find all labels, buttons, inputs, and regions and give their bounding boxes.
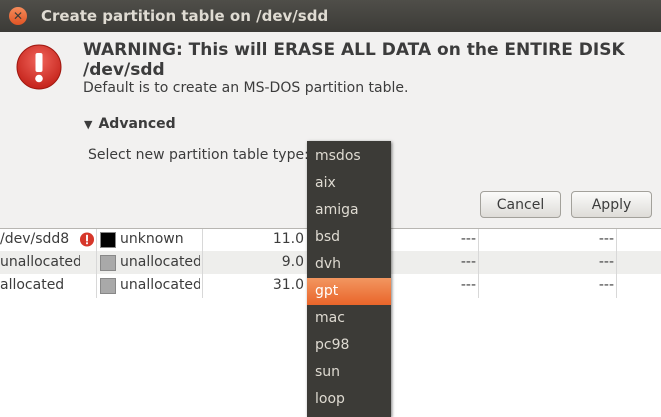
default-info-text: Default is to create an MS-DOS partition…	[83, 80, 409, 96]
partition-name: allocated	[0, 277, 65, 293]
close-icon[interactable]: ✕	[9, 7, 27, 25]
partition-type-menu[interactable]: msdos aix amiga bsd dvh gpt mac pc98 sun…	[307, 141, 391, 417]
warning-icon	[16, 44, 62, 90]
menu-item-pc98[interactable]: pc98	[307, 332, 391, 359]
unused-value: ---	[598, 231, 614, 247]
partition-name: /dev/sdd8	[0, 231, 70, 247]
partition-type-label: Select new partition table type:	[88, 147, 309, 163]
column-divider	[478, 228, 479, 298]
menu-item-mac[interactable]: mac	[307, 305, 391, 332]
filesystem-swatch	[100, 255, 116, 271]
dialog-title: Create partition table on /dev/sdd	[41, 7, 329, 25]
column-divider	[202, 228, 203, 298]
filesystem-name: unallocated	[120, 254, 200, 270]
cancel-button[interactable]: Cancel	[480, 191, 561, 218]
column-divider	[96, 228, 97, 298]
filesystem-name: unknown	[120, 231, 184, 247]
column-divider	[616, 228, 617, 298]
size-value: 9.0	[281, 254, 304, 270]
unused-value: ---	[598, 277, 614, 293]
menu-item-gpt[interactable]: gpt	[307, 278, 391, 305]
advanced-label: Advanced	[98, 116, 176, 132]
size-value: 31.0	[272, 277, 304, 293]
apply-button[interactable]: Apply	[571, 191, 652, 218]
menu-item-bsd[interactable]: bsd	[307, 224, 391, 251]
filesystem-name: unallocated	[120, 277, 200, 293]
size-value: 11.0	[272, 231, 304, 247]
title-bar[interactable]: ✕ Create partition table on /dev/sdd	[0, 0, 661, 32]
warning-icon	[79, 232, 95, 247]
menu-item-sun[interactable]: sun	[307, 359, 391, 386]
filesystem-swatch	[100, 278, 116, 294]
menu-item-msdos[interactable]: msdos	[307, 143, 391, 170]
menu-item-aix[interactable]: aix	[307, 170, 391, 197]
unused-value: ---	[598, 254, 614, 270]
warning-headline: WARNING: This will ERASE ALL DATA on the…	[83, 40, 625, 80]
partition-name: unallocated	[0, 254, 80, 270]
menu-item-loop[interactable]: loop	[307, 386, 391, 413]
advanced-expander[interactable]: ▼ Advanced	[84, 116, 176, 132]
triangle-down-icon: ▼	[84, 118, 93, 131]
menu-item-dvh[interactable]: dvh	[307, 251, 391, 278]
filesystem-swatch	[100, 232, 116, 248]
menu-item-amiga[interactable]: amiga	[307, 197, 391, 224]
